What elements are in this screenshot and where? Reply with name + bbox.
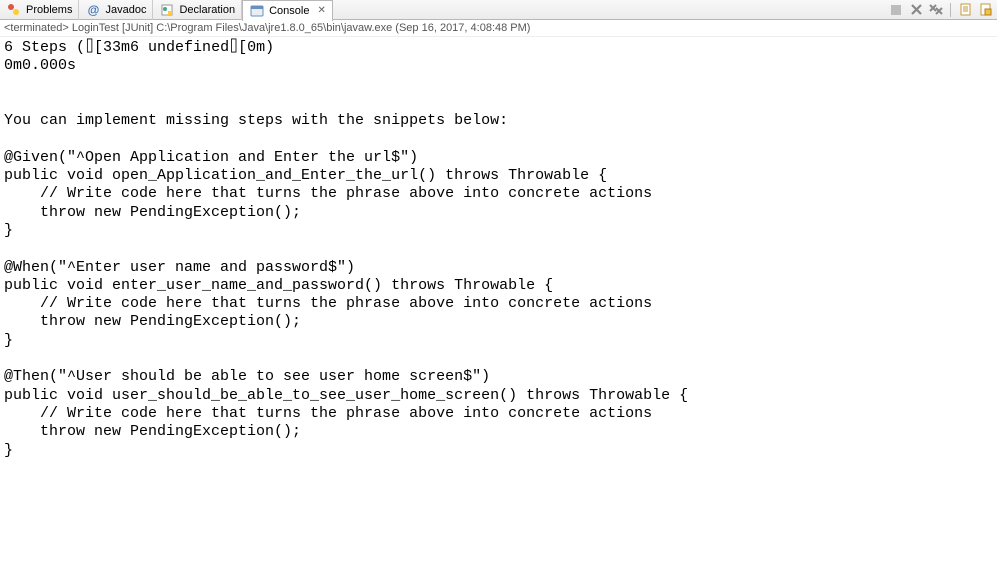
console-output[interactable]: 6 Steps (⌷[33m6 undefined⌷[0m) 0m0.000s … [0, 37, 997, 462]
problems-icon [6, 2, 22, 18]
console-toolbar [888, 2, 997, 18]
scroll-lock-icon[interactable] [957, 2, 973, 18]
tab-label: Problems [26, 4, 72, 16]
tab-problems[interactable]: Problems [0, 0, 79, 20]
console-launch-description: <terminated> LoginTest [JUnit] C:\Progra… [0, 20, 997, 37]
toolbar-separator [950, 3, 951, 17]
tab-declaration[interactable]: Declaration [153, 0, 242, 20]
pin-console-icon[interactable] [977, 2, 993, 18]
terminate-icon[interactable] [888, 2, 904, 18]
remove-launch-icon[interactable] [908, 2, 924, 18]
declaration-icon [159, 2, 175, 18]
javadoc-icon: @ [85, 2, 101, 18]
console-icon [249, 3, 265, 19]
tab-console[interactable]: Console ✕ [242, 0, 333, 21]
close-icon[interactable]: ✕ [317, 5, 325, 16]
tab-javadoc[interactable]: @ Javadoc [79, 0, 153, 20]
view-tab-bar: Problems @ Javadoc Declaration Console ✕ [0, 0, 997, 20]
tab-label: Console [269, 5, 309, 17]
remove-all-terminated-icon[interactable] [928, 2, 944, 18]
tab-label: Declaration [179, 4, 235, 16]
tab-label: Javadoc [105, 4, 146, 16]
